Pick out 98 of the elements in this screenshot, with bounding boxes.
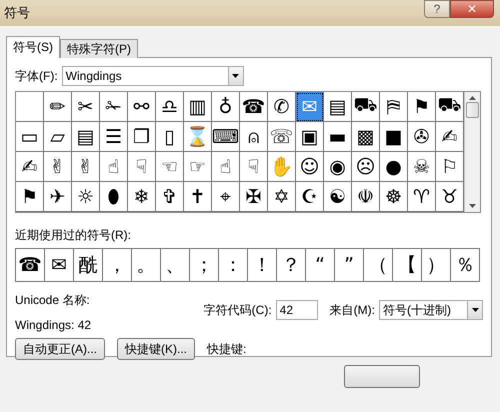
- symbol-cell[interactable]: ☝: [212, 152, 240, 182]
- symbol-cell[interactable]: ▬: [324, 122, 352, 152]
- tab[interactable]: 特殊字符(P): [60, 39, 138, 58]
- symbol-cell[interactable]: ▣: [296, 122, 324, 152]
- symbol-cell[interactable]: ❐: [128, 122, 156, 152]
- dialog-button[interactable]: 快捷键(K)...: [117, 338, 195, 360]
- symbol-cell[interactable]: ⚯: [128, 92, 156, 122]
- symbol-cell[interactable]: ◉: [324, 152, 352, 182]
- symbol-cell[interactable]: ⌨: [212, 122, 240, 152]
- symbol-cell[interactable]: ☏: [268, 122, 296, 152]
- font-select[interactable]: Wingdings: [62, 66, 244, 86]
- symbol-cell[interactable]: ☸: [380, 182, 408, 212]
- symbol-cell[interactable]: ▤: [324, 92, 352, 122]
- dialog-button[interactable]: 自动更正(A)...: [15, 338, 105, 360]
- symbol-cell[interactable]: ⍝: [240, 122, 268, 152]
- symbol-cell[interactable]: ⛿: [380, 92, 408, 122]
- symbol-cell[interactable]: ☪: [296, 182, 324, 212]
- recent-symbol-cell[interactable]: ✉: [45, 249, 74, 281]
- help-button[interactable]: ?: [424, 0, 450, 18]
- symbol-cell[interactable]: ✈: [44, 182, 72, 212]
- from-label: 来自(M):: [330, 302, 375, 318]
- from-select[interactable]: 符号(十进制): [379, 300, 483, 320]
- recent-symbol-cell[interactable]: 。: [132, 249, 161, 281]
- symbol-cell[interactable]: ⚑: [16, 182, 44, 212]
- unicode-name-label: Unicode 名称:: [15, 292, 91, 309]
- symbol-cell[interactable]: ✡: [268, 182, 296, 212]
- tab[interactable]: 符号(S): [6, 36, 60, 58]
- symbol-cell[interactable]: ☝: [100, 152, 128, 182]
- unicode-name-value: Wingdings: 42: [15, 318, 92, 332]
- symbol-cell[interactable]: ⛟: [352, 92, 380, 122]
- recent-symbol-cell[interactable]: ；: [190, 249, 219, 281]
- symbol-cell[interactable]: ☟: [128, 152, 156, 182]
- insert-button[interactable]: [344, 365, 420, 388]
- recent-symbol-cell[interactable]: ？: [277, 249, 306, 281]
- symbol-cell[interactable]: ✆: [268, 92, 296, 122]
- char-code-label: 字符代码(C):: [204, 302, 272, 318]
- symbol-cell[interactable]: ♁: [212, 92, 240, 122]
- symbol-cell[interactable]: ▩: [352, 122, 380, 152]
- recent-symbol-cell[interactable]: 酰: [74, 249, 103, 281]
- symbol-cell[interactable]: ☟: [240, 152, 268, 182]
- symbol-cell[interactable]: ✇: [408, 122, 436, 152]
- recent-symbol-cell[interactable]: ”: [335, 249, 364, 281]
- symbol-cell[interactable]: ♈: [408, 182, 436, 212]
- symbol-cell[interactable]: ⬮: [100, 182, 128, 212]
- symbol-cell[interactable]: ☰: [100, 122, 128, 152]
- symbol-cell[interactable]: ▥: [184, 92, 212, 122]
- symbol-cell[interactable]: ☯: [324, 182, 352, 212]
- recent-label: 近期使用过的符号(R):: [15, 228, 131, 242]
- font-label: 字体(F):: [15, 68, 58, 84]
- recent-symbol-cell[interactable]: ，: [103, 249, 132, 281]
- recent-symbol-cell[interactable]: ：: [219, 249, 248, 281]
- char-code-field[interactable]: 42: [276, 300, 318, 320]
- symbol-cell[interactable]: ⌖: [212, 182, 240, 212]
- symbol-cell[interactable]: ✌: [72, 152, 100, 182]
- symbol-cell[interactable]: ✍: [436, 122, 464, 152]
- symbol-cell[interactable]: ✞: [156, 182, 184, 212]
- symbol-cell[interactable]: ♉: [436, 182, 464, 212]
- symbol-cell[interactable]: ✏: [44, 92, 72, 122]
- symbol-cell[interactable]: ☫: [352, 182, 380, 212]
- symbol-cell[interactable]: ✌: [44, 152, 72, 182]
- symbol-cell[interactable]: ⛟: [436, 92, 464, 122]
- symbol-cell[interactable]: ●: [380, 152, 408, 182]
- recent-symbol-cell[interactable]: “: [306, 249, 335, 281]
- symbol-cell[interactable]: ☎: [240, 92, 268, 122]
- recent-symbol-cell[interactable]: 【: [393, 249, 422, 281]
- recent-symbol-cell[interactable]: ☎: [16, 249, 45, 281]
- symbol-cell[interactable]: ☺: [296, 152, 324, 182]
- symbol-cell[interactable]: ❄: [128, 182, 156, 212]
- recent-symbol-cell[interactable]: ）: [422, 249, 451, 281]
- symbol-cell[interactable]: ☜: [156, 152, 184, 182]
- symbol-cell[interactable]: ☹: [352, 152, 380, 182]
- scrollbar[interactable]: [464, 92, 480, 212]
- symbol-cell[interactable]: ✂: [72, 92, 100, 122]
- symbol-cell[interactable]: ⚑: [408, 92, 436, 122]
- symbol-cell[interactable]: ✝: [184, 182, 212, 212]
- recent-symbol-cell[interactable]: ！: [248, 249, 277, 281]
- recent-symbol-cell[interactable]: （: [364, 249, 393, 281]
- symbol-cell[interactable]: ▯: [156, 122, 184, 152]
- scroll-thumb[interactable]: [466, 102, 479, 118]
- symbol-cell[interactable]: ☼: [72, 182, 100, 212]
- symbol-cell[interactable]: ☞: [184, 152, 212, 182]
- scroll-down-arrow-icon[interactable]: [469, 204, 476, 208]
- symbol-cell[interactable]: ✁: [100, 92, 128, 122]
- symbol-cell[interactable]: ▤: [72, 122, 100, 152]
- window-title: 符号: [4, 4, 30, 22]
- recent-symbol-cell[interactable]: ％: [451, 249, 479, 281]
- recent-symbol-cell[interactable]: 、: [161, 249, 190, 281]
- symbol-cell[interactable]: [16, 92, 44, 122]
- symbol-cell[interactable]: ✠: [240, 182, 268, 212]
- shortcut-label: 快捷键:: [207, 340, 246, 358]
- scroll-up-arrow-icon[interactable]: [469, 96, 476, 100]
- symbol-cell[interactable]: ☠: [408, 152, 436, 182]
- symbol-cell[interactable]: ⚐: [436, 152, 464, 182]
- symbol-cell[interactable]: ▱: [44, 122, 72, 152]
- symbol-cell[interactable]: ♎: [156, 92, 184, 122]
- symbol-cell[interactable]: ✍: [16, 152, 44, 182]
- symbol-cell[interactable]: ■: [380, 122, 408, 152]
- symbol-cell[interactable]: ▭: [16, 122, 44, 152]
